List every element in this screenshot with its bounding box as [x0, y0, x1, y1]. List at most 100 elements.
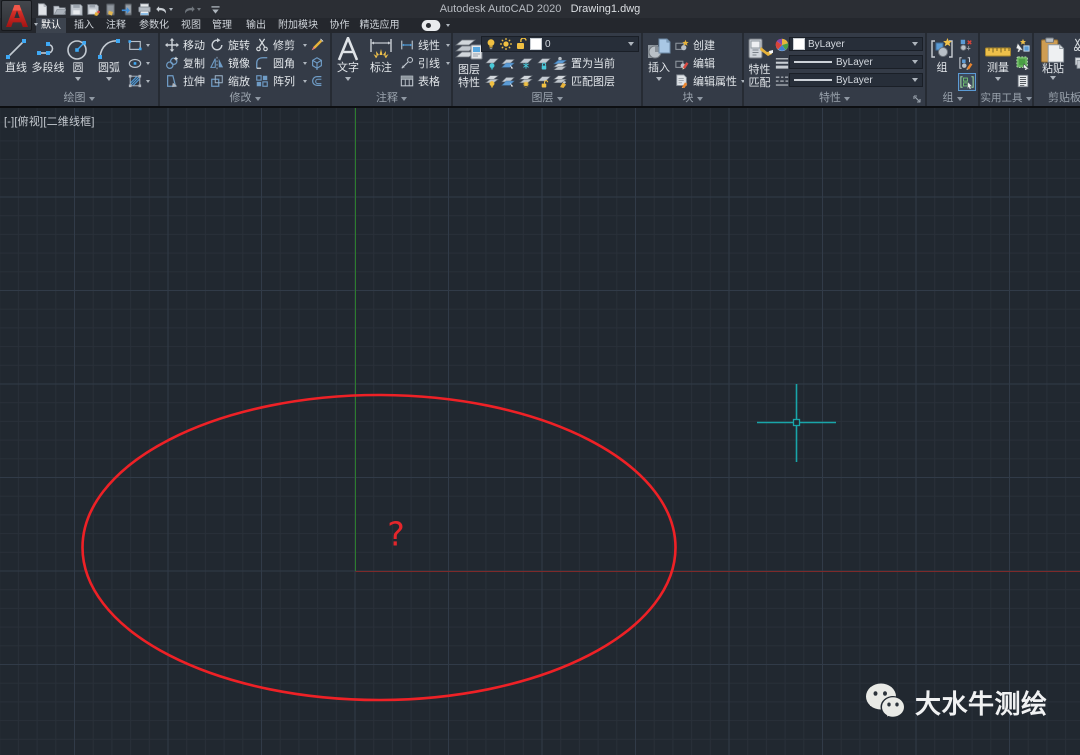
rotate-button[interactable]: 旋转: [210, 38, 250, 52]
scale-button[interactable]: 缩放: [210, 74, 250, 88]
line-button[interactable]: 直线: [2, 37, 30, 74]
create-block-button[interactable]: 创建: [675, 38, 715, 52]
layer-select-combo[interactable]: 0: [481, 36, 639, 52]
text-dropdown-icon[interactable]: [345, 77, 351, 81]
layer-on-bulb-icon[interactable]: [485, 38, 497, 50]
linear-dimension-button[interactable]: 线性: [400, 38, 450, 52]
polyline-button[interactable]: 多段线: [31, 37, 65, 74]
layer-color-swatch[interactable]: [530, 38, 542, 50]
layer-freeze-button[interactable]: [519, 56, 533, 70]
color-combo-dropdown-icon[interactable]: [912, 42, 918, 46]
edit-attributes-button[interactable]: 编辑属性: [675, 74, 745, 88]
match-layer-button[interactable]: 匹配图层: [553, 74, 615, 88]
fillet-dropdown-icon[interactable]: [303, 62, 307, 65]
leader-dropdown-icon[interactable]: [446, 62, 450, 65]
quick-select-button[interactable]: [1016, 38, 1030, 52]
edit-block-button[interactable]: 编辑: [675, 56, 715, 70]
panel-layers-footer[interactable]: 图层: [453, 92, 641, 105]
array-dropdown-icon[interactable]: [303, 80, 307, 83]
linear-dropdown-icon[interactable]: [446, 44, 450, 47]
fillet-button[interactable]: 圆角: [255, 56, 307, 70]
insert-dropdown-icon[interactable]: [656, 77, 662, 81]
layer-unlock-icon[interactable]: [515, 38, 527, 50]
match-properties-button[interactable]: 特性 匹配: [746, 37, 773, 89]
layer-on-button[interactable]: [485, 74, 499, 88]
layer-unlock-button[interactable]: [537, 74, 551, 88]
paste-button[interactable]: 粘贴: [1038, 37, 1068, 80]
app-menu-caret-icon[interactable]: [34, 13, 38, 31]
move-button[interactable]: 移动: [165, 38, 205, 52]
panel-utilities-footer[interactable]: 实用工具: [980, 92, 1032, 105]
tab-parametric[interactable]: 参数化: [134, 18, 174, 33]
tab-featured-apps[interactable]: 精选应用: [355, 18, 404, 33]
save-icon[interactable]: [70, 3, 83, 16]
measure-button[interactable]: 测量: [983, 37, 1013, 81]
array-button[interactable]: 阵列: [255, 74, 307, 88]
layer-off-button[interactable]: [485, 56, 499, 70]
undo-icon[interactable]: [155, 3, 168, 16]
measure-dropdown-icon[interactable]: [995, 77, 1001, 81]
linetype-dropdown-icon[interactable]: [912, 78, 918, 82]
open-file-icon[interactable]: [53, 3, 66, 16]
copy-clip-button[interactable]: [1074, 56, 1080, 70]
rectangle-dropdown-icon[interactable]: [146, 44, 150, 47]
panel-modify-footer[interactable]: 修改: [160, 92, 330, 105]
rectangle-button[interactable]: [128, 38, 150, 52]
dimension-button[interactable]: 标注: [366, 37, 396, 74]
explode-button[interactable]: [310, 56, 324, 70]
viewport-view-control[interactable]: [俯视]: [14, 116, 43, 128]
customize-qat-icon[interactable]: [209, 3, 222, 16]
media-browser-button[interactable]: [420, 20, 450, 31]
layer-isolate-button[interactable]: [501, 56, 515, 70]
offset-button[interactable]: [310, 74, 324, 88]
circle-button[interactable]: 圆: [64, 37, 92, 81]
question-mark-text[interactable]: ?: [387, 515, 405, 554]
linetype-button[interactable]: [775, 74, 789, 88]
list-button[interactable]: [1016, 74, 1030, 88]
tab-annotate[interactable]: 注释: [101, 18, 131, 33]
app-menu-button[interactable]: [1, 0, 32, 31]
table-button[interactable]: 表格: [400, 74, 440, 88]
panel-properties-footer[interactable]: 特性: [744, 92, 925, 105]
paste-dropdown-icon[interactable]: [1050, 76, 1056, 80]
drawing-canvas[interactable]: [-][俯视][二维线框] ? 大水牛测绘: [0, 108, 1080, 755]
layer-combo-dropdown-icon[interactable]: [628, 42, 634, 46]
viewport-minimize-control[interactable]: [-]: [4, 116, 14, 128]
save-to-web-mobile-icon[interactable]: [104, 3, 117, 16]
tab-collaborate[interactable]: 协作: [326, 18, 353, 33]
object-color-button[interactable]: [775, 38, 789, 52]
layer-unisolate-button[interactable]: [501, 74, 515, 88]
ellipse-tool-button[interactable]: [128, 56, 150, 70]
leader-button[interactable]: 引线: [400, 56, 450, 70]
tab-home[interactable]: 默认: [36, 18, 66, 33]
tab-insert[interactable]: 插入: [69, 18, 99, 33]
ellipse-dropdown-icon[interactable]: [146, 62, 150, 65]
quick-calculator-button[interactable]: [1016, 56, 1030, 70]
text-button[interactable]: 文字: [334, 37, 362, 81]
cut-button[interactable]: [1074, 38, 1080, 52]
open-from-web-mobile-icon[interactable]: [121, 3, 134, 16]
group-button[interactable]: 组: [929, 37, 955, 74]
lineweight-dropdown-icon[interactable]: [912, 60, 918, 64]
plot-icon[interactable]: [138, 3, 151, 16]
tab-output[interactable]: 输出: [242, 18, 270, 33]
linetype-combo[interactable]: ByLayer: [789, 73, 923, 87]
object-color-combo[interactable]: ByLayer: [789, 37, 923, 51]
media-dropdown-icon[interactable]: [446, 24, 450, 27]
redo-dropdown-icon[interactable]: [197, 8, 201, 11]
layer-thaw-button[interactable]: [519, 74, 533, 88]
panel-block-footer[interactable]: 块: [643, 92, 742, 105]
ungroup-button[interactable]: [959, 38, 973, 52]
stretch-button[interactable]: 拉伸: [165, 74, 205, 88]
layer-lock-button[interactable]: [537, 56, 551, 70]
circle-dropdown-icon[interactable]: [75, 77, 81, 81]
hatch-button[interactable]: [128, 74, 150, 88]
properties-dialog-launcher-icon[interactable]: [912, 94, 922, 104]
group-selection-toggle[interactable]: [959, 74, 975, 90]
lineweight-combo[interactable]: ByLayer: [789, 55, 923, 69]
hatch-dropdown-icon[interactable]: [146, 80, 150, 83]
panel-clipboard-footer[interactable]: 剪贴板: [1034, 92, 1080, 105]
viewport-visual-style-control[interactable]: [二维线框]: [43, 116, 94, 128]
trim-dropdown-icon[interactable]: [303, 44, 307, 47]
redo-icon[interactable]: [183, 3, 196, 16]
